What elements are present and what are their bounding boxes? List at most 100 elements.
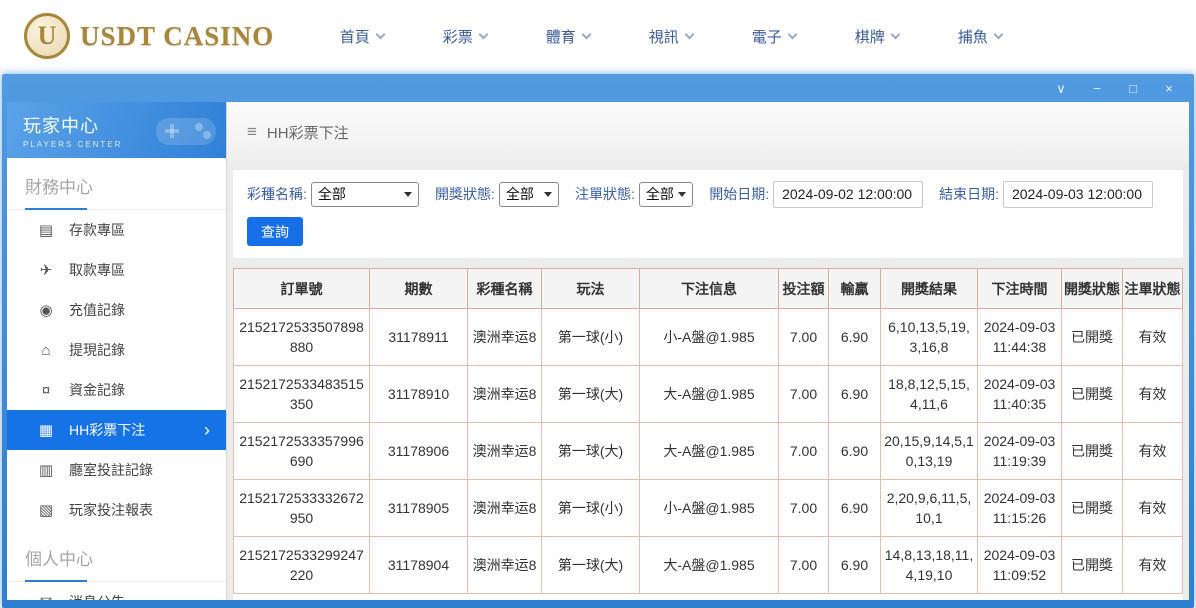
bet-report-icon: ▧ bbox=[37, 501, 55, 519]
sidebar-item-hh-lottery-bets[interactable]: ▦HH彩票下注› bbox=[7, 410, 226, 450]
column-header: 注單狀態 bbox=[1123, 269, 1183, 309]
withdraw-icon: ✈ bbox=[37, 261, 55, 279]
announcements-icon: ✉ bbox=[37, 593, 55, 600]
sidebar-item-withdraw-records[interactable]: ⌂提現記錄 bbox=[7, 330, 226, 370]
main-content: ≡ HH彩票下注 彩種名稱: 全部 開獎狀態: 全部 注單狀態: bbox=[227, 102, 1189, 600]
nav-item-sports[interactable]: 體育 bbox=[516, 26, 619, 47]
start-date-label: 開始日期: bbox=[709, 184, 769, 204]
table-cell: 2152172533507898880 bbox=[234, 309, 370, 366]
draw-status-select[interactable]: 全部 bbox=[499, 182, 559, 207]
nav-item-live-video[interactable]: 視訊 bbox=[619, 26, 722, 47]
table-cell: 2024-09-03 11:40:35 bbox=[978, 366, 1062, 423]
sidebar-section-title-finance-center: 財務中心 bbox=[7, 158, 226, 210]
chevron-down-icon bbox=[787, 29, 797, 39]
sidebar-item-player-bet-report[interactable]: ▧ 玩家投注報表 bbox=[7, 490, 226, 530]
table-cell: 第一球(大) bbox=[542, 366, 640, 423]
nav-item-card-games[interactable]: 棋牌 bbox=[825, 26, 928, 47]
table-cell: 澳洲幸运8 bbox=[468, 366, 542, 423]
table-cell: 已開獎 bbox=[1062, 480, 1123, 537]
lottery-bets-icon: ▦ bbox=[37, 421, 55, 439]
table-cell: 6.90 bbox=[829, 537, 881, 594]
sidebar-item-label: 廳室投註記錄 bbox=[69, 460, 153, 480]
table-cell: 有效 bbox=[1123, 423, 1183, 480]
chevron-down-icon bbox=[375, 29, 385, 39]
column-header: 投注額 bbox=[779, 269, 829, 309]
window-close-button[interactable]: × bbox=[1163, 82, 1175, 95]
page-title-bar: ≡ HH彩票下注 bbox=[227, 102, 1189, 162]
cashout-record-icon: ⌂ bbox=[37, 342, 55, 359]
table-cell: 2152172533357996690 bbox=[234, 423, 370, 480]
table-cell: 小-A盤@1.985 bbox=[640, 309, 779, 366]
sidebar-section-title-personal-center: 個人中心 bbox=[7, 530, 226, 582]
column-header: 下注時間 bbox=[978, 269, 1062, 309]
sidebar-item-deposit-area[interactable]: ▤存款專區 bbox=[7, 210, 226, 250]
nav-item-label: 捕魚 bbox=[958, 26, 988, 47]
sidebar-item-funds-records[interactable]: ¤資金記錄 bbox=[7, 370, 226, 410]
nav-item-slots[interactable]: 電子 bbox=[722, 26, 825, 47]
nav-item-label: 彩票 bbox=[443, 26, 473, 47]
table-cell: 第一球(小) bbox=[542, 309, 640, 366]
column-header: 輸贏 bbox=[829, 269, 881, 309]
lottery-name-select-value: 全部 bbox=[318, 184, 346, 204]
table-cell: 6.90 bbox=[829, 480, 881, 537]
table-cell: 有效 bbox=[1123, 480, 1183, 537]
table-cell: 2024-09-03 11:19:39 bbox=[978, 423, 1062, 480]
deposit-icon: ▤ bbox=[37, 221, 55, 239]
order-status-select[interactable]: 全部 bbox=[639, 182, 693, 207]
usdt-casino-logo[interactable]: U USDT CASINO bbox=[24, 13, 274, 59]
sidebar-item-hall-bet-records[interactable]: ▥ 廳室投註記錄 bbox=[7, 450, 226, 490]
menu-icon[interactable]: ≡ bbox=[247, 122, 257, 142]
table-cell: 大-A盤@1.985 bbox=[640, 537, 779, 594]
draw-status-label: 開獎狀態: bbox=[435, 184, 495, 204]
nav-item-fishing[interactable]: 捕魚 bbox=[928, 26, 1031, 47]
column-header: 玩法 bbox=[542, 269, 640, 309]
table-cell: 7.00 bbox=[779, 480, 829, 537]
hall-bet-records-icon: ▥ bbox=[37, 461, 55, 479]
table-cell: 已開獎 bbox=[1062, 366, 1123, 423]
start-date-input[interactable] bbox=[773, 181, 923, 208]
table-cell: 第一球(大) bbox=[542, 423, 640, 480]
table-cell: 澳洲幸运8 bbox=[468, 309, 542, 366]
window-minimize-button[interactable]: − bbox=[1091, 82, 1103, 95]
window-maximize-button[interactable]: □ bbox=[1127, 82, 1139, 95]
sidebar-item-label: 取款專區 bbox=[69, 260, 125, 280]
end-date-input[interactable] bbox=[1003, 181, 1153, 208]
table-cell: 2,20,9,6,11,5,10,1 bbox=[881, 480, 978, 537]
table-cell: 澳洲幸运8 bbox=[468, 423, 542, 480]
chevron-down-icon bbox=[993, 29, 1003, 39]
table-cell: 有效 bbox=[1123, 366, 1183, 423]
nav-item-lottery[interactable]: 彩票 bbox=[413, 26, 516, 47]
window-collapse-button[interactable]: ∨ bbox=[1055, 82, 1067, 95]
column-header: 下注信息 bbox=[640, 269, 779, 309]
column-header: 開獎狀態 bbox=[1062, 269, 1123, 309]
table-cell: 31178911 bbox=[370, 309, 468, 366]
orders-table: 訂單號期數彩種名稱玩法下注信息投注額輸贏開獎結果下注時間開獎狀態注單狀態 215… bbox=[233, 268, 1183, 594]
table-cell: 已開獎 bbox=[1062, 423, 1123, 480]
table-cell: 6.90 bbox=[829, 309, 881, 366]
nav-item-home[interactable]: 首頁 bbox=[310, 26, 413, 47]
table-cell: 2152172533332672950 bbox=[234, 480, 370, 537]
sidebar-sections: 財務中心▤存款專區 ✈ 取款專區 ◉充值記錄⌂提現記錄¤資金記錄▦HH彩票下注› ▥ 廳室… bbox=[7, 158, 226, 600]
table-cell: 已開獎 bbox=[1062, 537, 1123, 594]
column-header: 彩種名稱 bbox=[468, 269, 542, 309]
players-center-header: 玩家中心 PLAYERS CENTER bbox=[7, 102, 226, 158]
window-body: 玩家中心 PLAYERS CENTER 財務中心▤存款專區✈取款專區◉充值記錄⌂… bbox=[7, 102, 1189, 600]
column-header: 期數 bbox=[370, 269, 468, 309]
sidebar-item-label: 玩家投注報表 bbox=[69, 500, 153, 520]
sidebar-item-recharge-records[interactable]: ◉充值記錄 bbox=[7, 290, 226, 330]
sidebar-item-announcements[interactable]: ✉消息公告 bbox=[7, 582, 226, 600]
lottery-name-select[interactable]: 全部 bbox=[311, 182, 419, 207]
search-button[interactable]: 查詢 bbox=[247, 217, 303, 246]
sidebar-subtitle: PLAYERS CENTER bbox=[23, 140, 122, 149]
gamepad-icon bbox=[154, 110, 218, 150]
table-cell: 31178910 bbox=[370, 366, 468, 423]
table-cell: 2152172533483515350 bbox=[234, 366, 370, 423]
nav-item-label: 電子 bbox=[752, 26, 782, 47]
table-cell: 小-A盤@1.985 bbox=[640, 480, 779, 537]
top-navigation: U USDT CASINO 首頁 彩票 體育視訊 電子 棋牌 捕魚 bbox=[0, 0, 1196, 72]
draw-status-select-value: 全部 bbox=[506, 184, 534, 204]
table-cell: 7.00 bbox=[779, 366, 829, 423]
sidebar-title: 玩家中心 bbox=[23, 112, 122, 138]
sidebar-item-withdraw-area[interactable]: ✈ 取款專區 bbox=[7, 250, 226, 290]
table-row: 215217253350789888031178911澳洲幸运8第一球(小)小-… bbox=[234, 309, 1183, 366]
